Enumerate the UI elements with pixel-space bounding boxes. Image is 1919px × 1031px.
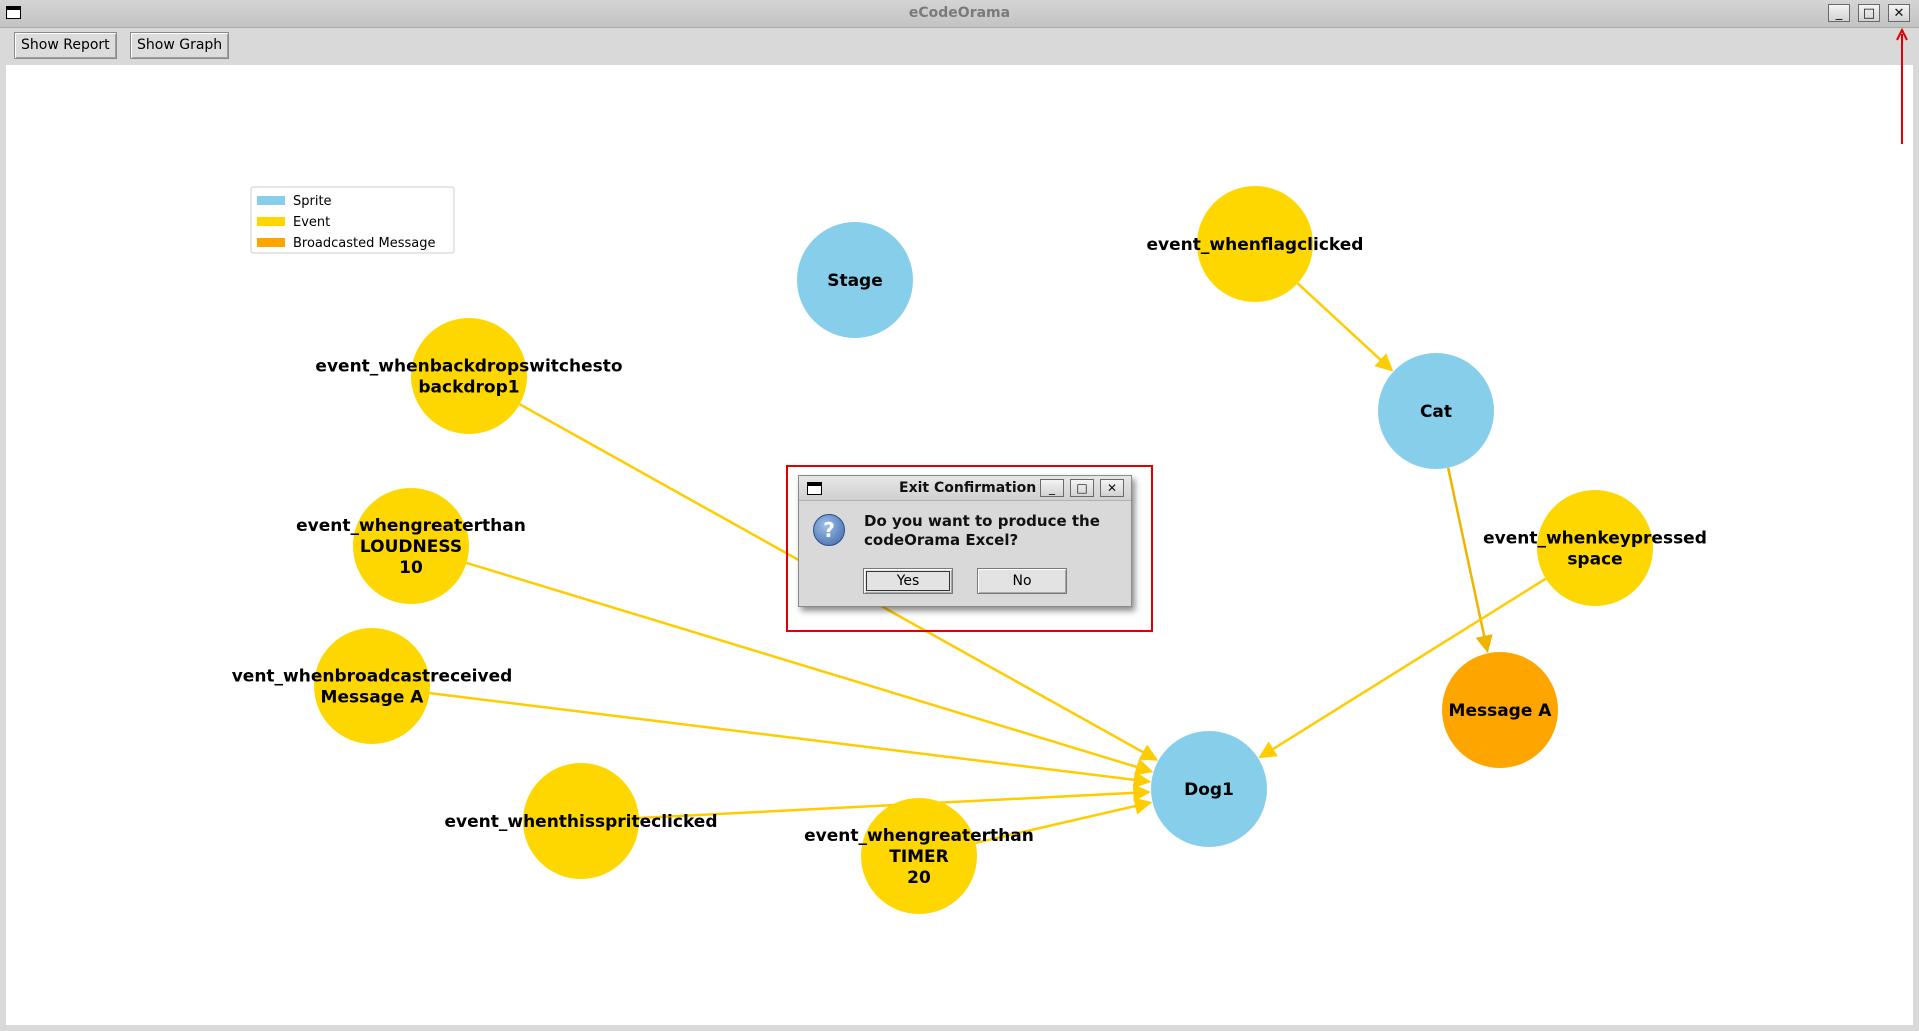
legend-swatch-message [257, 238, 285, 247]
dialog-minimize-button[interactable]: _ [1040, 479, 1064, 497]
dialog-message: Do you want to produce the codeOrama Exc… [864, 512, 1124, 550]
graph-node-cat: Cat [1378, 353, 1494, 469]
graph-node-keypressed: event_whenkeypressedspace [1483, 490, 1707, 606]
graph-node-stage: Stage [797, 222, 913, 338]
dialog-title: Exit Confirmation [899, 480, 1037, 496]
minimize-icon: _ [1835, 5, 1843, 21]
close-button[interactable]: ✕ [1888, 4, 1910, 22]
graph-node-label: space [1567, 550, 1622, 570]
graph-node-label: Stage [827, 271, 883, 291]
graph-node-label: 10 [399, 558, 423, 578]
graph-node-label: LOUDNESS [360, 537, 462, 557]
show-graph-button[interactable]: Show Graph [130, 32, 230, 59]
question-icon: ? [813, 514, 845, 546]
legend-swatch-sprite [257, 196, 285, 205]
legend-swatch-event [257, 217, 285, 226]
minimize-button[interactable]: _ [1828, 4, 1850, 22]
graph-node-label: 20 [907, 868, 931, 888]
annotation-arrow [1896, 28, 1908, 144]
maximize-button[interactable]: □ [1858, 4, 1880, 22]
graph-node-label: Message A [1449, 701, 1553, 721]
graph-node-label: Dog1 [1184, 780, 1234, 800]
graph-edge-flag-to-cat [1296, 282, 1394, 372]
graph-node-label: backdrop1 [418, 378, 519, 398]
dialog-maximize-button[interactable]: □ [1070, 479, 1094, 497]
legend-label-sprite: Sprite [293, 194, 332, 209]
graph-node-spriteclicked: event_whenthisspriteclicked [445, 763, 718, 879]
window-title: eCodeOrama [908, 5, 1011, 21]
close-icon: ✕ [1106, 481, 1118, 495]
graph-node-label: event_whengreaterthan [296, 516, 526, 536]
graph-node-msgA: Message A [1442, 652, 1558, 768]
legend-label-message: Broadcasted Message [293, 236, 436, 251]
dialog-close-button[interactable]: ✕ [1100, 479, 1124, 497]
graph-node-timer: event_whengreaterthanTIMER20 [804, 798, 1034, 914]
dialog-message-line2: codeOrama Excel? [864, 531, 1019, 549]
graph-node-broadcastrecv: vent_whenbroadcastreceivedMessage A [232, 628, 513, 744]
window-titlebar: eCodeOrama _ □ ✕ [0, 0, 1919, 28]
show-report-button[interactable]: Show Report [14, 32, 117, 59]
graph-node-loudness: event_whengreaterthanLOUDNESS10 [296, 488, 526, 604]
graph-node-dog1: Dog1 [1151, 731, 1267, 847]
graph-edge-cat-to-msgA [1446, 467, 1493, 654]
graph-node-backdrop: event_whenbackdropswitchestobackdrop1 [315, 318, 623, 434]
dialog-message-line1: Do you want to produce the [864, 512, 1100, 530]
maximize-icon: □ [1862, 5, 1876, 21]
graph-node-label: event_whenflagclicked [1147, 235, 1364, 255]
graph-node-label: TIMER [889, 847, 949, 867]
dialog-titlebar: Exit Confirmation _ □ ✕ [799, 476, 1131, 501]
graph-node-label: Message A [321, 688, 425, 708]
graph-node-label: vent_whenbroadcastreceived [232, 667, 513, 687]
close-icon: ✕ [1893, 5, 1905, 21]
graph-node-label: Cat [1420, 402, 1452, 422]
exit-confirmation-dialog: Exit Confirmation _ □ ✕ ? Do you want to… [798, 475, 1132, 607]
yes-button[interactable]: Yes [863, 568, 953, 594]
dialog-window-icon[interactable] [807, 482, 822, 495]
graph-node-label: event_whenbackdropswitchesto [315, 357, 622, 377]
graph-node-label: event_whenthisspriteclicked [445, 812, 718, 832]
toolbar: Show Report Show Graph [0, 28, 1919, 64]
graph-node-flag: event_whenflagclicked [1147, 186, 1364, 302]
legend-label-event: Event [293, 215, 330, 230]
minimize-icon: _ [1049, 481, 1055, 495]
no-button[interactable]: No [977, 568, 1067, 594]
maximize-icon: □ [1076, 481, 1088, 495]
graph-node-label: event_whengreaterthan [804, 826, 1034, 846]
legend: Sprite Event Broadcasted Message [250, 186, 455, 254]
graph-node-label: event_whenkeypressed [1483, 529, 1707, 549]
